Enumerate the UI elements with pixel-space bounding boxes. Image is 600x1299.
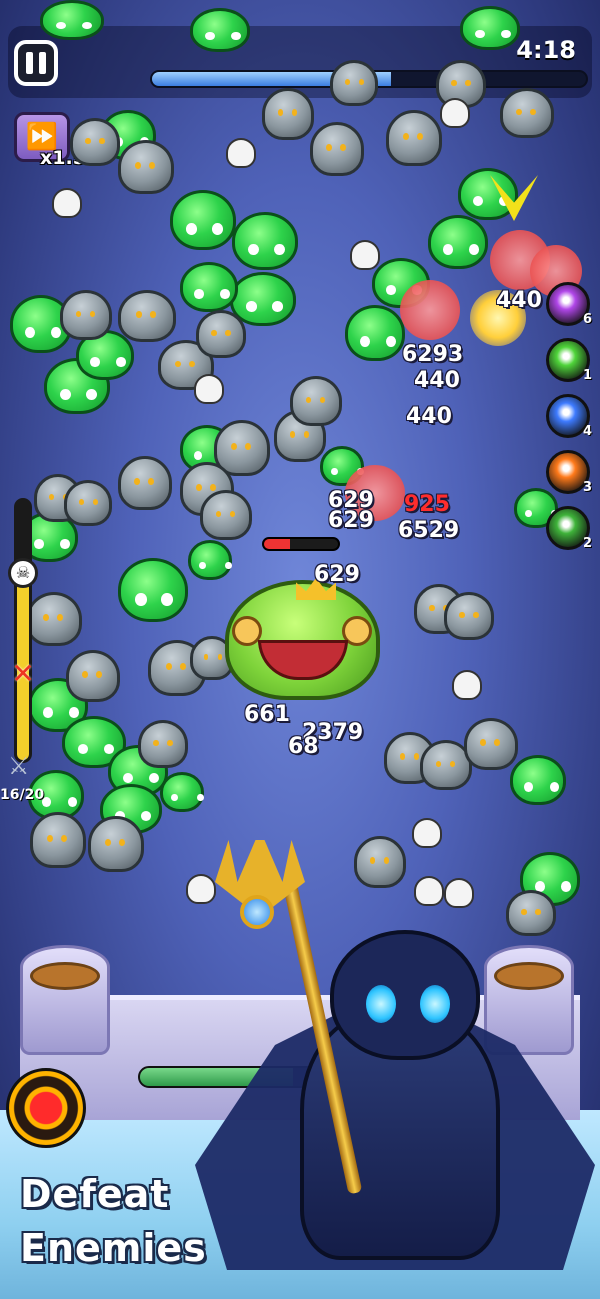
stone-golem-enemy — [60, 290, 112, 340]
damage-number: 661 — [244, 702, 290, 727]
damage-number: 440 — [496, 288, 542, 313]
stone-golem-enemy — [386, 110, 442, 166]
pause-icon-bar — [39, 52, 46, 74]
boss-wave-skull-icon: ☠ — [8, 558, 38, 588]
stone-golem-enemy — [444, 592, 494, 640]
green-slime-enemy — [188, 540, 232, 580]
stone-golem-enemy — [70, 118, 120, 166]
skull-drop — [186, 874, 216, 904]
caption-line-2: Enemies — [20, 1226, 207, 1270]
cross-marker-icon: ✕ — [11, 657, 35, 690]
damage-number: 629 — [314, 562, 360, 587]
stone-golem-enemy — [30, 812, 86, 868]
green-slime-enemy — [458, 168, 518, 220]
green-slime-enemy — [232, 212, 298, 270]
boss-health-fill — [264, 539, 290, 549]
hero-eye — [366, 985, 396, 1023]
stone-golem-enemy — [200, 490, 252, 540]
stone-golem-enemy — [354, 836, 406, 888]
green-slime-enemy — [428, 215, 488, 269]
green-slime-enemy — [460, 6, 520, 50]
skull-drop — [444, 878, 474, 908]
stone-golem-enemy — [118, 140, 174, 194]
green-slime-enemy — [40, 0, 104, 40]
damaged-enemy — [400, 280, 460, 340]
wave-count: 16/20 — [0, 787, 45, 803]
damage-number: 629 — [328, 508, 374, 533]
caption-line-1: Defeat — [20, 1172, 170, 1216]
green-slime-enemy — [345, 305, 405, 361]
skill-count: 3 — [582, 480, 592, 495]
skull-drop — [194, 374, 224, 404]
skill-count: 2 — [582, 536, 592, 551]
pause-button[interactable] — [14, 40, 58, 86]
stone-golem-enemy — [138, 720, 188, 768]
stone-golem-enemy — [506, 890, 556, 936]
green-slime-enemy — [510, 755, 566, 805]
green-slime-enemy — [190, 8, 250, 52]
stone-golem-enemy — [500, 88, 554, 138]
crossed-swords-icon: ⚔ — [8, 752, 30, 780]
skill-count: 4 — [582, 424, 592, 439]
damage-number: 925 — [404, 492, 450, 517]
stone-golem-enemy — [196, 310, 246, 358]
stone-golem-enemy — [118, 290, 176, 342]
damage-number: 440 — [406, 404, 452, 429]
stone-golem-enemy — [330, 60, 378, 106]
hero-eye — [420, 985, 450, 1023]
damage-number: 6293 — [402, 342, 464, 367]
stone-golem-enemy — [64, 480, 112, 526]
skill-count: 1 — [582, 368, 592, 383]
skull-drop — [414, 876, 444, 906]
skull-drop — [52, 188, 82, 218]
green-slime-enemy — [170, 190, 236, 250]
skull-drop — [412, 818, 442, 848]
tower-top-left — [30, 962, 100, 990]
stone-golem-enemy — [118, 456, 172, 510]
damage-number: 68 — [288, 734, 319, 759]
hero-hood — [330, 930, 480, 1060]
skull-drop — [226, 138, 256, 168]
damage-number: 6529 — [398, 518, 460, 543]
tower-top-right — [494, 962, 564, 990]
stone-golem-enemy — [66, 650, 120, 702]
skull-drop — [440, 98, 470, 128]
skull-drop — [350, 240, 380, 270]
stone-golem-enemy — [290, 376, 342, 426]
stone-golem-enemy — [262, 88, 314, 140]
pause-icon — [26, 52, 33, 74]
skill-count: 6 — [582, 312, 592, 327]
green-slime-enemy — [180, 262, 238, 312]
stone-golem-enemy — [26, 592, 82, 646]
special-ability-button[interactable] — [6, 1068, 86, 1148]
staff-gem-icon — [240, 895, 274, 929]
stone-golem-enemy — [464, 718, 518, 770]
skull-drop — [452, 670, 482, 700]
stone-golem-enemy — [88, 816, 144, 872]
timer: 4:18 — [516, 36, 576, 64]
green-slime-enemy — [160, 772, 204, 812]
green-slime-enemy — [118, 558, 188, 622]
damage-number: 440 — [414, 368, 460, 393]
boss-health-bar — [262, 537, 340, 551]
stone-golem-enemy — [310, 122, 364, 176]
